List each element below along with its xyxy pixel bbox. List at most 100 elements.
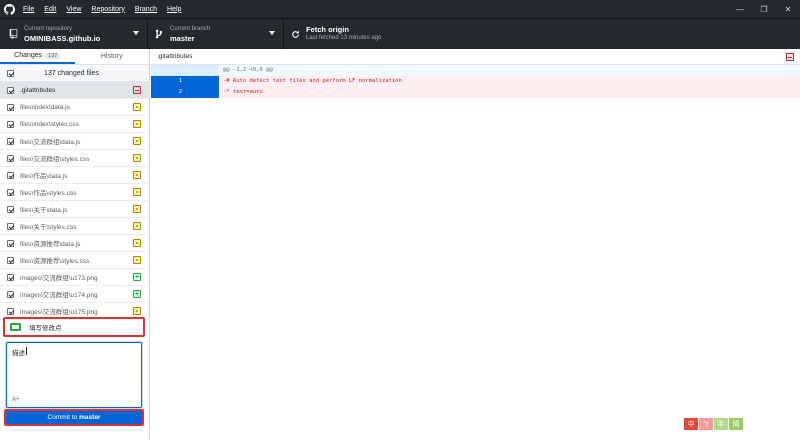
diff-line[interactable]: 1 -# Auto detect text files and perform …	[151, 76, 800, 87]
toolbar: Current repository OMINIBASS.github.io C…	[0, 18, 800, 49]
fetch-title: Fetch origin	[306, 25, 349, 34]
file-list-item[interactable]: files\index\styles.css	[0, 116, 150, 133]
file-checkbox[interactable]	[7, 222, 14, 230]
repo-icon	[2, 29, 24, 39]
file-checkbox[interactable]	[7, 239, 14, 247]
file-modified-icon	[133, 171, 141, 179]
fetch-origin-button[interactable]: Fetch origin Last fetched 13 minutes ago	[284, 19, 416, 49]
menu-edit[interactable]: Edit	[39, 6, 61, 13]
file-checkbox[interactable]	[7, 290, 14, 298]
file-checkbox[interactable]	[7, 273, 14, 281]
branch-icon	[148, 29, 170, 39]
changed-files-header: 137 changed files	[0, 65, 149, 82]
menu-help[interactable]: Help	[162, 6, 186, 13]
file-list-item[interactable]: files\资源推荐\data.js	[0, 235, 150, 252]
current-repository-button[interactable]: Current repository OMINIBASS.github.io	[0, 19, 148, 49]
ime-button[interactable]: 简	[729, 418, 743, 430]
menu-repository[interactable]: Repository	[86, 6, 129, 13]
menu-view[interactable]: View	[61, 6, 86, 13]
file-checkbox[interactable]	[7, 171, 14, 179]
file-modified-icon	[133, 307, 141, 315]
diff-file-path: .gitattributes	[157, 53, 193, 60]
diff-line-text: -# Auto detect text files and perform LF…	[223, 78, 402, 84]
file-checkbox[interactable]	[7, 103, 14, 111]
ime-button[interactable]: 中	[684, 418, 698, 430]
chevron-down-icon	[269, 31, 275, 35]
text-cursor	[26, 347, 27, 355]
file-checkbox[interactable]	[7, 120, 14, 128]
diff-line-number: 2	[178, 89, 182, 95]
diff-gutter[interactable]: 1	[151, 76, 219, 87]
file-modified-icon	[133, 222, 141, 230]
file-name: files\交流群组\data.js	[20, 139, 81, 146]
title-bar: File Edit View Repository Branch Help — …	[0, 0, 800, 18]
menu-file[interactable]: File	[18, 6, 39, 13]
file-list-item[interactable]: files\index\data.js	[0, 99, 150, 116]
file-checkbox[interactable]	[7, 86, 14, 94]
file-modified-icon	[133, 188, 141, 196]
file-name: images\交流群组\u174.png	[20, 292, 98, 299]
file-name: files\资源推荐\data.js	[20, 241, 81, 248]
file-modified-icon	[133, 205, 141, 213]
file-name: files\关于\data.js	[20, 207, 68, 214]
select-all-checkbox[interactable]	[7, 69, 14, 77]
diff-hunk-header: @@ -1,2 +0,0 @@	[151, 65, 800, 76]
commit-button[interactable]: Commit to master	[4, 409, 144, 426]
maximize-icon[interactable]: ❐	[752, 0, 776, 18]
file-list-item[interactable]: .gitattributes	[0, 82, 150, 99]
ime-button[interactable]: 半	[714, 418, 728, 430]
sidebar: Changes 137 History 137 changed files .g…	[0, 49, 150, 440]
diff-gutter[interactable]: 2	[151, 87, 219, 98]
branch-name: master	[170, 34, 195, 43]
tab-changes-label: Changes	[14, 52, 43, 59]
file-name: images\交流群组\u173.png	[20, 275, 98, 282]
sidebar-tabs: Changes 137 History	[0, 49, 149, 65]
file-list-item[interactable]: images\交流群组\u174.png +	[0, 286, 150, 303]
github-logo-icon	[0, 0, 18, 18]
tab-history[interactable]: History	[75, 49, 150, 64]
file-list-item[interactable]: files\作品\styles.css	[0, 184, 150, 201]
commit-description-text: 描述	[12, 350, 25, 357]
file-list-item[interactable]: files\交流群组\styles.css	[0, 150, 150, 167]
file-modified-icon	[133, 103, 141, 111]
commit-button-prefix: Commit to	[47, 414, 78, 421]
tab-changes[interactable]: Changes 137	[0, 49, 75, 64]
minimize-icon[interactable]: —	[728, 0, 752, 18]
ime-button[interactable]: ㄅ	[699, 418, 713, 430]
commit-description-input[interactable]: 描述 A+	[6, 342, 142, 408]
file-name: images\交流群组\u175.png	[20, 309, 98, 316]
file-list-item[interactable]: files\交流群组\data.js	[0, 133, 150, 150]
file-checkbox[interactable]	[7, 307, 14, 315]
file-checkbox[interactable]	[7, 256, 14, 264]
add-coauthor-icon[interactable]: A+	[12, 397, 20, 403]
file-checkbox[interactable]	[7, 137, 14, 145]
diff-line[interactable]: 2 -* text=auto	[151, 87, 800, 98]
file-list-item[interactable]: images\交流群组\u173.png +	[0, 269, 150, 286]
tab-history-label: History	[100, 53, 123, 60]
file-list-item[interactable]: files\关于\data.js	[0, 201, 150, 218]
file-modified-icon	[133, 154, 141, 162]
file-list-item[interactable]: files\资源推荐\styles.css	[0, 252, 150, 269]
diff-gutter	[151, 65, 219, 76]
current-branch-button[interactable]: Current branch master	[148, 19, 284, 49]
file-checkbox[interactable]	[7, 205, 14, 213]
commit-summary-text: 填写修改点	[29, 325, 62, 332]
file-name: .gitattributes	[20, 86, 56, 94]
changes-count-badge: 137	[45, 52, 61, 59]
file-checkbox[interactable]	[7, 188, 14, 196]
file-checkbox[interactable]	[7, 154, 14, 162]
file-name: files\作品\data.js	[20, 173, 68, 180]
commit-button-branch: master	[79, 414, 101, 421]
file-modified-icon	[133, 256, 141, 264]
diff-hunk-text: @@ -1,2 +0,0 @@	[223, 67, 273, 73]
file-list-item[interactable]: files\作品\data.js	[0, 167, 150, 184]
commit-summary-input[interactable]: 填写修改点	[3, 317, 145, 337]
diff-view: @@ -1,2 +0,0 @@ 1 -# Auto detect text fi…	[151, 65, 800, 98]
close-icon[interactable]: ✕	[776, 0, 800, 18]
discard-changes-icon[interactable]	[786, 53, 794, 61]
file-name: files\作品\styles.css	[20, 190, 77, 197]
repo-name: OMINIBASS.github.io	[24, 34, 101, 43]
diff-line-number: 1	[178, 78, 182, 84]
menu-branch[interactable]: Branch	[130, 6, 162, 13]
file-list-item[interactable]: files\关于\styles.css	[0, 218, 150, 235]
